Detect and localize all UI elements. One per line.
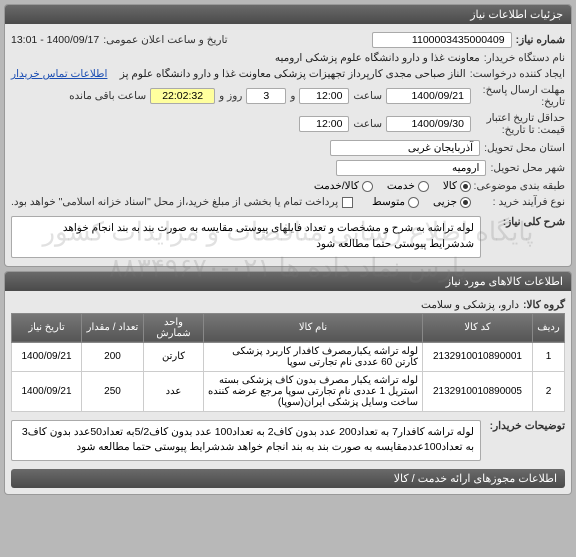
cell-row: 1 [533,342,565,371]
radio-partial[interactable]: جزیی [433,196,471,208]
creator-label: ایجاد کننده درخواست: [470,68,565,80]
credit-label: حداقل تاریخ اعتبار [475,112,565,124]
col-name: نام کالا [204,313,423,342]
days-value: 3 [246,88,286,104]
group-label: گروه کالا: [523,299,565,311]
pay-note: پرداخت تمام یا بخشی از مبلغ خرید،از محل … [11,196,338,208]
buyer-desc-label: توضیحات خریدار: [485,420,565,432]
class-radio-group: کالا خدمت کالا/خدمت [314,180,471,192]
radio-dot-icon [362,181,373,192]
deadline-time: 12:00 [299,88,349,104]
cell-unit: کارتن [144,342,204,371]
cell-date: 1400/09/21 [12,342,82,371]
table-row: 22132910010890005لوله تراشه یکبار مصرف ب… [12,371,565,411]
radio-service[interactable]: خدمت [387,180,429,192]
table-row: 12132910010890001لوله تراشه یکبارمصرف کا… [12,342,565,371]
province-label: استان محل تحویل: [484,142,565,154]
deadline-label: مهلت ارسال پاسخ: [475,84,565,96]
countdown-value: 22:02:32 [150,88,215,104]
cell-row: 2 [533,371,565,411]
cell-qty: 250 [82,371,144,411]
city-label: شهر محل تحویل: [490,162,565,174]
cell-name: لوله تراشه یکبارمصرف کافدار کاربرد پزشکی… [204,342,423,371]
time-label-2: ساعت [353,118,382,130]
cell-code: 2132910010890001 [423,342,533,371]
permits-header: اطلاعات مجوزهای ارائه خدمت / کالا [11,469,565,488]
proc-radio-group: جزیی متوسط [372,196,471,208]
col-code: کد کالا [423,313,533,342]
radio-both-label: کالا/خدمت [314,180,359,192]
remain-label: ساعت باقی مانده [69,90,146,102]
summary-value: لوله تراشه به شرح و مشخصات و تعداد فایله… [11,216,481,258]
radio-dot-icon [418,181,429,192]
radio-dot-icon [408,197,419,208]
and-label: و [290,90,295,102]
need-details-header: جزئیات اطلاعات نیاز [5,5,571,24]
radio-medium-label: متوسط [372,196,405,208]
proc-label: نوع فرآیند خرید : [475,196,565,208]
col-row: ردیف [533,313,565,342]
items-panel: اطلاعات کالاهای مورد نیاز گروه کالا: دار… [4,271,572,496]
credit-sub-label: قیمت: تا تاریخ: [475,124,565,136]
creator-value: الناز صباحی مجدی کارپرداز تجهیزات پزشکی … [111,68,465,80]
cell-name: لوله تراشه یکبار مصرف بدون کاف پزشکی بست… [204,371,423,411]
radio-medium[interactable]: متوسط [372,196,419,208]
radio-service-label: خدمت [387,180,415,192]
need-details-panel: جزئیات اطلاعات نیاز شماره نیاز: 11000034… [4,4,572,267]
radio-goods[interactable]: کالا [443,180,471,192]
col-date: تاریخ نیاز [12,313,82,342]
cell-qty: 200 [82,342,144,371]
contact-link[interactable]: اطلاعات تماس خریدار [11,68,107,80]
cell-code: 2132910010890005 [423,371,533,411]
col-qty: تعداد / مقدار [82,313,144,342]
cell-unit: عدد [144,371,204,411]
city-value: ارومیه [336,160,486,176]
summary-label: شرح کلی نیاز: [485,216,565,228]
radio-both[interactable]: کالا/خدمت [314,180,373,192]
radio-dot-icon [460,181,471,192]
col-unit: واحد شمارش [144,313,204,342]
credit-date: 1400/09/30 [386,116,471,132]
time-label-1: ساعت [353,90,382,102]
org-label: نام دستگاه خریدار: [484,52,565,64]
group-value: دارو، پزشکی و سلامت [421,299,519,311]
buyer-desc-value: لوله تراشه کافدار7 به تعداد200 عدد بدون … [11,420,481,462]
pubdate-label: تاریخ و ساعت اعلان عمومی: [103,34,227,46]
radio-dot-icon [460,197,471,208]
need-no-label: شماره نیاز: [516,34,565,46]
credit-time: 12:00 [299,116,349,132]
need-no-value: 1100003435000409 [372,32,512,48]
cell-date: 1400/09/21 [12,371,82,411]
items-header: اطلاعات کالاهای مورد نیاز [5,272,571,291]
class-label: طبقه بندی موضوعی: [475,180,565,192]
deadline-date: 1400/09/21 [386,88,471,104]
org-value: معاونت غذا و دارو دانشگاه علوم پزشکی ارو… [275,52,480,64]
deadline-sub-label: تاریخ: [475,96,565,108]
items-table: ردیف کد کالا نام کالا واحد شمارش تعداد /… [11,313,565,412]
day-label: روز و [219,90,242,102]
pay-checkbox[interactable] [342,197,353,208]
radio-goods-label: کالا [443,180,457,192]
pubdate-value: 1400/09/17 - 13:01 [11,34,99,46]
province-value: آذربایجان غربی [330,140,480,156]
radio-partial-label: جزیی [433,196,457,208]
